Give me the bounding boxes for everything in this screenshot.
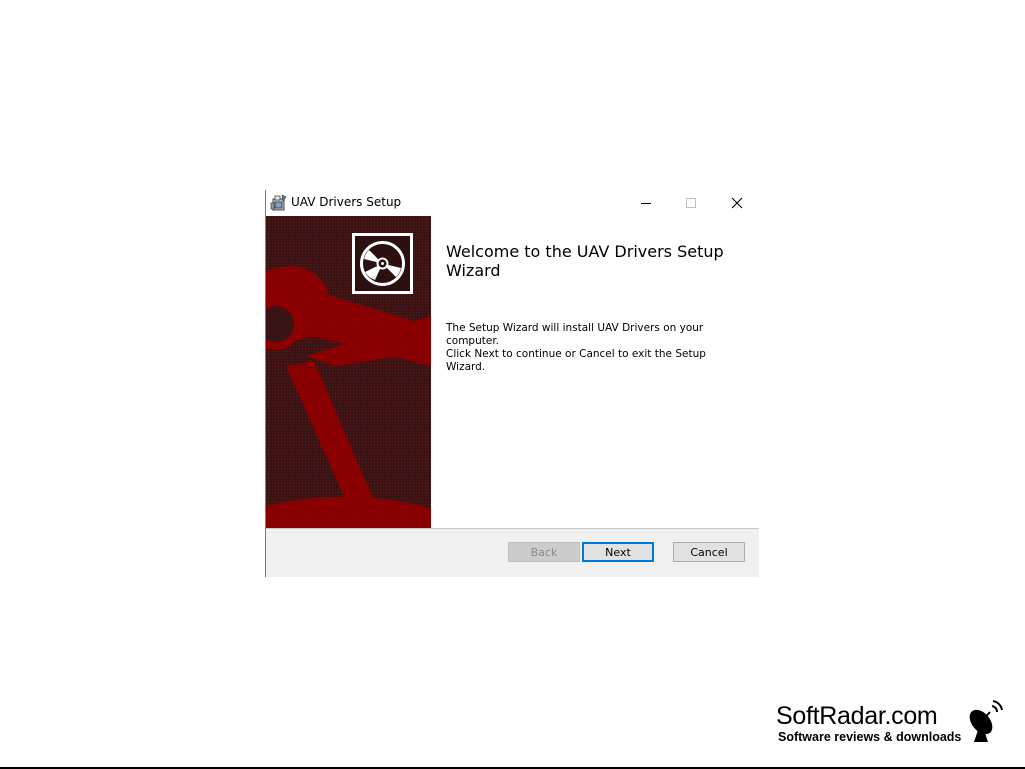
close-icon — [731, 197, 743, 209]
minimize-icon — [641, 203, 651, 204]
next-button[interactable]: Next — [582, 542, 654, 562]
close-button[interactable] — [714, 190, 760, 216]
wizard-description: The Setup Wizard will install UAV Driver… — [446, 322, 746, 374]
wizard-banner-image — [266, 216, 431, 528]
window-title: UAV Drivers Setup — [291, 195, 402, 209]
satellite-dish-icon — [966, 700, 1004, 744]
setup-wizard-window: UAV Drivers Setup Welcome to the UAV Dri… — [265, 190, 759, 577]
back-button[interactable]: Back — [508, 542, 580, 562]
installer-icon — [270, 194, 288, 212]
wizard-button-bar: Back Next Cancel — [266, 528, 759, 577]
softradar-watermark: SoftRadar.com Software reviews & downloa… — [776, 700, 1006, 746]
watermark-name: SoftRadar.com — [776, 702, 938, 730]
cancel-button[interactable]: Cancel — [673, 542, 745, 562]
wizard-heading: Welcome to the UAV Drivers Setup Wizard — [446, 242, 724, 280]
watermark-tagline: Software reviews & downloads — [778, 730, 962, 744]
minimize-button[interactable] — [623, 190, 669, 216]
title-bar[interactable]: UAV Drivers Setup — [266, 190, 759, 216]
description-line-2: Click Next to continue or Cancel to exit… — [446, 348, 706, 373]
maximize-icon — [686, 198, 696, 208]
cd-disc-icon — [352, 233, 413, 294]
maximize-button[interactable] — [668, 190, 714, 216]
description-line-1: The Setup Wizard will install UAV Driver… — [446, 322, 704, 347]
